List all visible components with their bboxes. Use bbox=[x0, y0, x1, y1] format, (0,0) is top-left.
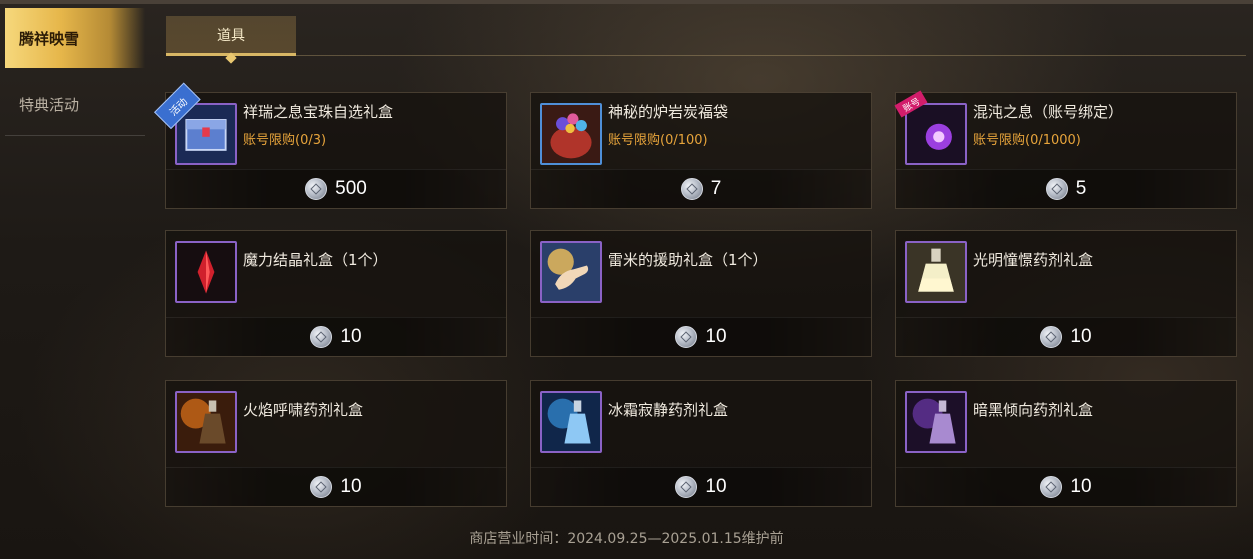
item-limit: 账号限购(0/1000) bbox=[973, 133, 1081, 148]
silver-coin-icon bbox=[310, 476, 333, 498]
frost-potion-icon bbox=[540, 391, 602, 453]
item-price: 10 bbox=[340, 476, 362, 497]
price-bar: 10 bbox=[531, 317, 871, 356]
gem-bag-icon bbox=[540, 103, 602, 165]
item-price: 10 bbox=[1070, 326, 1092, 347]
sidebar-item-tengxiang[interactable]: 腾祥映雪 bbox=[5, 8, 145, 68]
shop-item-card[interactable]: 火焰呼啸药剂礼盒 10 bbox=[165, 380, 507, 507]
item-name: 混沌之息（账号绑定） bbox=[973, 103, 1124, 121]
shop-item-card[interactable]: 暗黑倾向药剂礼盒 10 bbox=[895, 380, 1237, 507]
red-crystal-icon bbox=[175, 241, 237, 303]
sidebar-item-label: 特典活动 bbox=[19, 96, 80, 114]
light-potion-icon bbox=[905, 241, 967, 303]
item-price: 7 bbox=[710, 178, 722, 199]
item-name: 暗黑倾向药剂礼盒 bbox=[973, 401, 1094, 419]
sidebar-item-label: 腾祥映雪 bbox=[19, 29, 80, 48]
item-limit: 账号限购(0/3) bbox=[243, 133, 327, 148]
tab-divider bbox=[296, 55, 1246, 56]
price-bar: 10 bbox=[896, 317, 1236, 356]
silver-coin-icon bbox=[680, 178, 703, 200]
item-price: 5 bbox=[1075, 178, 1087, 199]
price-bar: 7 bbox=[531, 169, 871, 208]
price-bar: 10 bbox=[166, 317, 506, 356]
silver-coin-icon bbox=[1045, 178, 1068, 200]
price-bar: 5 bbox=[896, 169, 1236, 208]
item-name: 祥瑞之息宝珠自选礼盒 bbox=[243, 103, 394, 121]
shop-item-card[interactable]: 账号 混沌之息（账号绑定） 账号限购(0/1000) 5 bbox=[894, 90, 1237, 209]
silver-coin-icon bbox=[1040, 476, 1063, 498]
shop-item-card[interactable]: 冰霜寂静药剂礼盒 10 bbox=[530, 380, 872, 507]
item-price: 10 bbox=[705, 476, 727, 497]
dark-potion-icon bbox=[905, 391, 967, 453]
item-limit: 账号限购(0/100) bbox=[608, 133, 708, 148]
shop-item-card[interactable]: 活动 祥瑞之息宝珠自选礼盒 账号限购(0/3) 500 bbox=[154, 82, 507, 209]
item-price: 500 bbox=[335, 178, 367, 199]
shop-item-card[interactable]: 魔力结晶礼盒（1个） 10 bbox=[165, 230, 507, 357]
price-bar: 500 bbox=[166, 169, 506, 208]
top-edge bbox=[0, 0, 1253, 4]
item-name: 火焰呼啸药剂礼盒 bbox=[243, 401, 364, 419]
item-name: 神秘的炉岩炭福袋 bbox=[608, 103, 729, 121]
purple-orb-icon bbox=[905, 103, 967, 165]
item-name: 光明憧憬药剂礼盒 bbox=[973, 251, 1094, 269]
item-price: 10 bbox=[340, 326, 362, 347]
price-bar: 10 bbox=[166, 467, 506, 506]
shop-item-card[interactable]: 光明憧憬药剂礼盒 10 bbox=[895, 230, 1237, 357]
item-price: 10 bbox=[705, 326, 727, 347]
helping-hand-icon bbox=[540, 241, 602, 303]
silver-coin-icon bbox=[310, 326, 333, 348]
item-name: 冰霜寂静药剂礼盒 bbox=[608, 401, 729, 419]
sidebar: 腾祥映雪 特典活动 bbox=[0, 4, 150, 559]
tab-items[interactable]: 道具 bbox=[166, 16, 296, 56]
item-name: 雷米的援助礼盒（1个） bbox=[608, 251, 768, 269]
silver-coin-icon bbox=[675, 476, 698, 498]
price-bar: 10 bbox=[531, 467, 871, 506]
shop-hours-text: 商店营业时间：2024.09.25—2025.01.15维护前 bbox=[469, 531, 784, 547]
silver-coin-icon bbox=[305, 178, 328, 200]
shop-item-card[interactable]: 神秘的炉岩炭福袋 账号限购(0/100) 7 bbox=[530, 92, 872, 209]
tab-label: 道具 bbox=[217, 27, 245, 44]
shop-item-card[interactable]: 雷米的援助礼盒（1个） 10 bbox=[530, 230, 872, 357]
item-price: 10 bbox=[1070, 476, 1092, 497]
price-bar: 10 bbox=[896, 467, 1236, 506]
silver-coin-icon bbox=[675, 326, 698, 348]
sidebar-item-tedian[interactable]: 特典活动 bbox=[5, 74, 145, 136]
fire-potion-icon bbox=[175, 391, 237, 453]
silver-coin-icon bbox=[1040, 326, 1063, 348]
item-name: 魔力结晶礼盒（1个） bbox=[243, 251, 388, 269]
